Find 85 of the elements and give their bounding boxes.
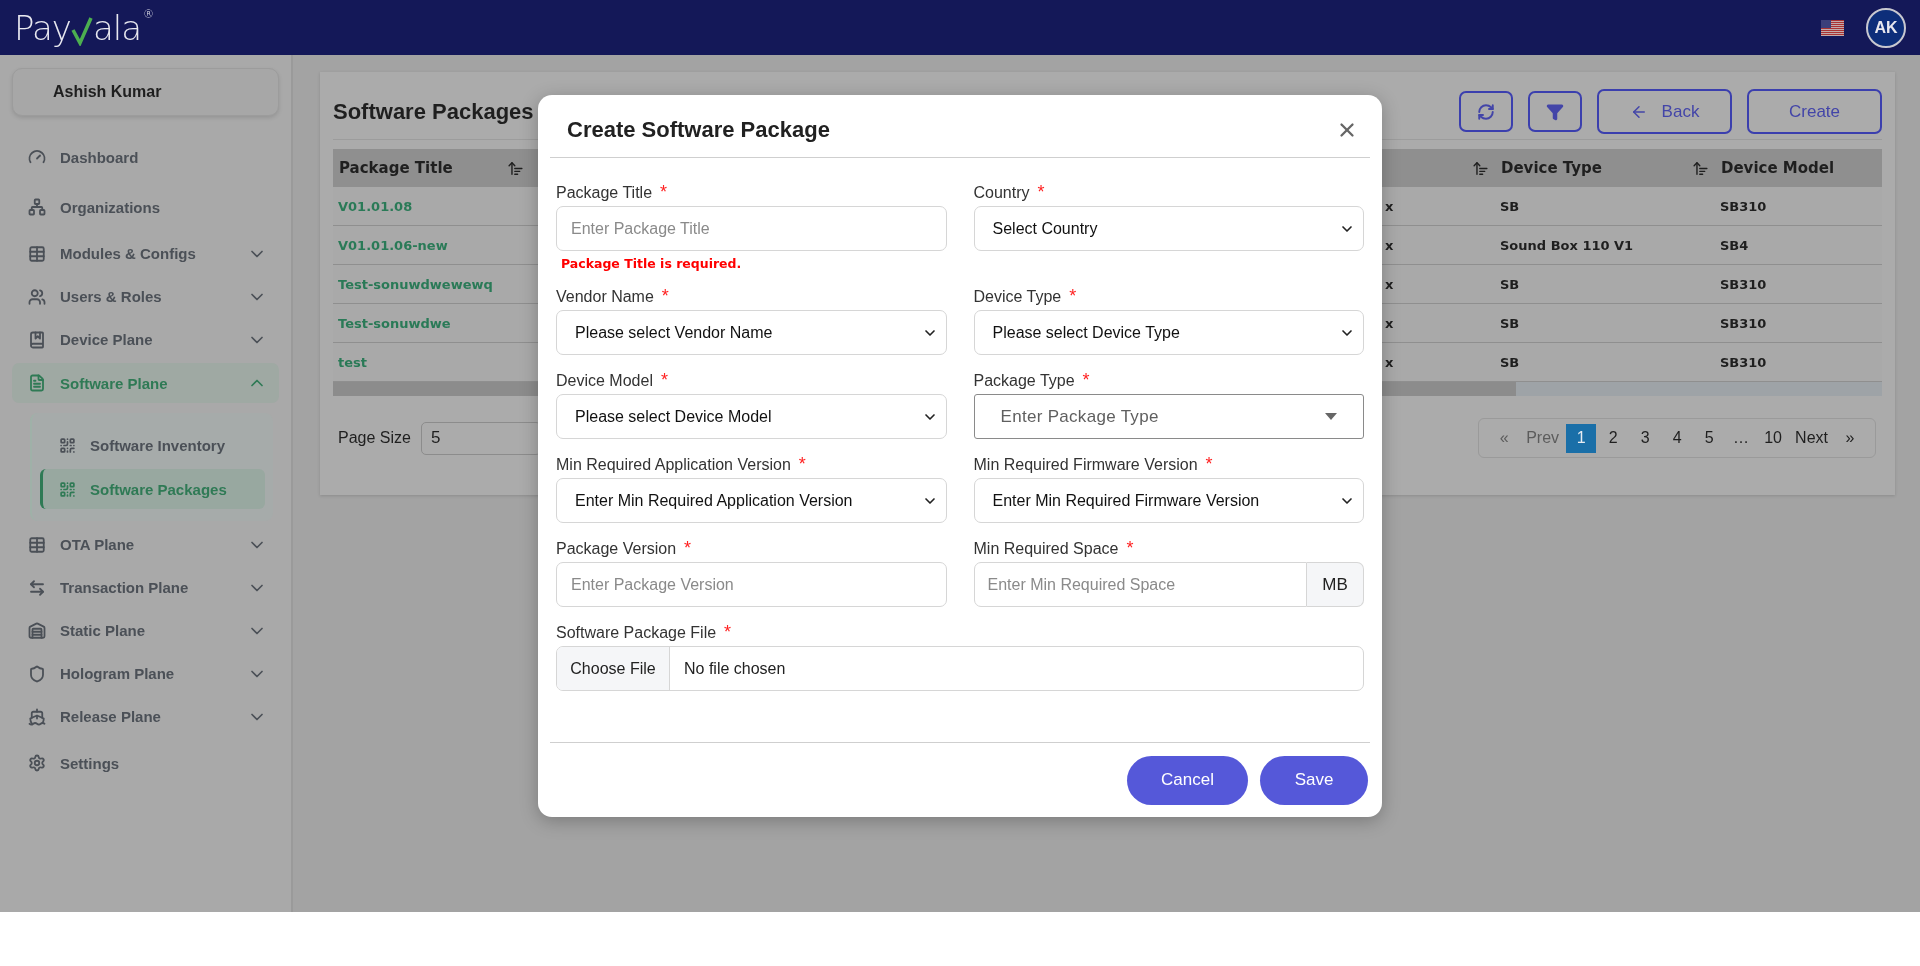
- page-title: Software Packages: [333, 98, 535, 125]
- choose-file-button[interactable]: Choose File: [557, 647, 670, 690]
- field-label: Package Title *: [556, 182, 669, 203]
- check-icon: [70, 15, 93, 46]
- page-link[interactable]: 4: [1662, 423, 1693, 453]
- error-message: Package Title is required.: [561, 256, 743, 271]
- refresh-icon: [1477, 102, 1495, 121]
- field-label: Min Required Space *: [973, 538, 1135, 559]
- sort-icon[interactable]: [1472, 159, 1489, 177]
- unit-label: MB: [1307, 562, 1364, 607]
- select-field[interactable]: Please select Device Model: [556, 394, 947, 439]
- filter-button[interactable]: [1528, 91, 1582, 132]
- text-input-field[interactable]: Enter Package Version: [556, 562, 947, 607]
- sidebar-item[interactable]: Device Plane: [12, 318, 279, 361]
- user-avatar[interactable]: AK: [1866, 7, 1906, 48]
- shield-icon: [28, 664, 46, 683]
- users-icon: [28, 287, 46, 306]
- table-icon: [28, 535, 46, 554]
- field-label: Software Package File *: [556, 622, 733, 643]
- document-icon: [28, 374, 46, 392]
- sidebar-item[interactable]: Static Plane: [12, 609, 279, 652]
- qr-code-icon: [59, 436, 76, 454]
- text-input-field[interactable]: Enter Min Required Space: [973, 562, 1307, 607]
- books-icon: [28, 330, 46, 349]
- sidebar-item[interactable]: Users & Roles: [12, 275, 279, 318]
- file-status-text: No file chosen: [684, 659, 786, 678]
- user-name-card[interactable]: Ashish Kumar: [12, 68, 279, 116]
- select-field[interactable]: Select Country: [973, 206, 1364, 251]
- sidebar-item[interactable]: Hologram Plane: [12, 652, 279, 695]
- back-button[interactable]: Back: [1597, 89, 1732, 134]
- cancel-button[interactable]: Cancel: [1127, 755, 1248, 805]
- logo: Pay ala®: [14, 7, 155, 48]
- field-label: Min Required Firmware Version *: [973, 454, 1214, 475]
- sidebar-item[interactable]: Dashboard: [12, 132, 279, 182]
- column-header[interactable]: Device Model: [1715, 149, 1882, 187]
- filter-icon: [1546, 102, 1564, 121]
- field-label: Device Type *: [973, 286, 1078, 307]
- dialog-title: Create Software Package: [567, 117, 831, 143]
- combo-field[interactable]: Enter Package Type: [973, 394, 1364, 439]
- field-label: Package Version *: [556, 538, 693, 559]
- page-link[interactable]: 1: [1566, 423, 1597, 453]
- swap-arrows-icon: [28, 578, 46, 597]
- page-link[interactable]: 10: [1758, 423, 1789, 453]
- sidebar-item[interactable]: Settings: [12, 738, 279, 788]
- page-link[interactable]: …: [1726, 423, 1757, 453]
- warehouse-icon: [28, 621, 46, 640]
- flag-icon[interactable]: [1821, 19, 1844, 36]
- create-button[interactable]: Create: [1747, 89, 1882, 134]
- refresh-button[interactable]: [1459, 91, 1513, 132]
- page-link[interactable]: 5: [1694, 423, 1725, 453]
- qr-code-icon: [59, 480, 76, 498]
- text-input-field[interactable]: Enter Package Title: [556, 206, 947, 251]
- sidebar-item[interactable]: Organizations: [12, 182, 279, 232]
- column-header[interactable]: Device Type: [1495, 149, 1715, 187]
- gauge-icon: [28, 148, 46, 166]
- next-page-link[interactable]: Next: [1790, 423, 1833, 453]
- page-link[interactable]: 3: [1630, 423, 1661, 453]
- last-page-link[interactable]: »: [1835, 423, 1865, 453]
- select-field[interactable]: Please select Device Type: [973, 310, 1364, 355]
- table-icon: [28, 244, 46, 263]
- field-label: Country *: [973, 182, 1046, 203]
- ship-icon: [28, 707, 46, 726]
- select-field[interactable]: Please select Vendor Name: [556, 310, 947, 355]
- save-button[interactable]: Save: [1260, 755, 1368, 805]
- field-label: Device Model *: [556, 370, 669, 391]
- settings-icon: [28, 754, 46, 772]
- caret-icon: [1325, 413, 1337, 420]
- field-label: Min Required Application Version *: [556, 454, 807, 475]
- page-link[interactable]: 2: [1598, 423, 1629, 453]
- first-page-link[interactable]: «: [1489, 423, 1520, 453]
- sidebar-item[interactable]: Modules & Configs: [12, 232, 279, 275]
- sort-icon[interactable]: [507, 159, 524, 177]
- select-field[interactable]: Enter Min Required Application Version: [556, 478, 947, 523]
- page-size-label: Page Size: [338, 429, 411, 447]
- sidebar-item[interactable]: Release Plane: [12, 695, 279, 738]
- field-label: Package Type *: [973, 370, 1091, 391]
- select-field[interactable]: Enter Min Required Firmware Version: [973, 478, 1364, 523]
- sitemap-icon: [28, 198, 46, 216]
- file-input-field[interactable]: Choose File No file chosen: [556, 646, 1364, 691]
- sort-icon[interactable]: [1692, 159, 1709, 177]
- sidebar-item[interactable]: OTA Plane: [12, 523, 279, 566]
- column-header[interactable]: Package Title: [333, 149, 530, 187]
- sidebar-subitem[interactable]: Software Inventory: [40, 425, 265, 465]
- field-label: Vendor Name *: [556, 286, 670, 307]
- sidebar-item[interactable]: Transaction Plane: [12, 566, 279, 609]
